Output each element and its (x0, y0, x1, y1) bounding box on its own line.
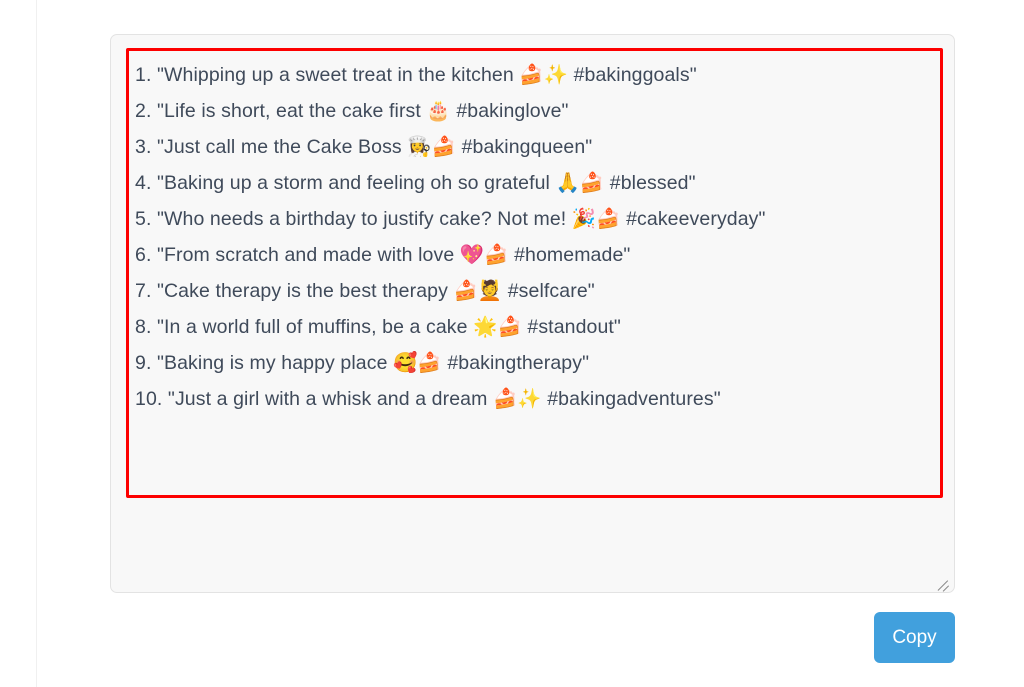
copy-button[interactable]: Copy (874, 612, 955, 663)
generated-captions-textarea[interactable]: 1. "Whipping up a sweet treat in the kit… (110, 34, 955, 593)
list-item: 8. "In a world full of muffins, be a cak… (135, 316, 621, 338)
list-item: 10. "Just a girl with a whisk and a drea… (135, 388, 721, 410)
page-left-divider (36, 0, 37, 687)
app-root: 1. "Whipping up a sweet treat in the kit… (0, 0, 1024, 687)
caption-list: 1. "Whipping up a sweet treat in the kit… (135, 57, 935, 417)
resize-grip-icon[interactable] (934, 573, 950, 592)
list-item: 5. "Who needs a birthday to justify cake… (135, 208, 766, 230)
list-item: 7. "Cake therapy is the best therapy 🍰💆 … (135, 280, 595, 302)
list-item: 2. "Life is short, eat the cake first 🎂 … (135, 100, 569, 122)
list-item: 1. "Whipping up a sweet treat in the kit… (135, 64, 697, 86)
list-item: 6. "From scratch and made with love 💖🍰 #… (135, 244, 631, 266)
list-item: 9. "Baking is my happy place 🥰🍰 #bakingt… (135, 352, 590, 374)
output-panel-container: 1. "Whipping up a sweet treat in the kit… (110, 34, 955, 593)
list-item: 3. "Just call me the Cake Boss 👩‍🍳🍰 #bak… (135, 136, 593, 158)
list-item: 4. "Baking up a storm and feeling oh so … (135, 172, 696, 194)
action-row: Copy (110, 612, 955, 663)
